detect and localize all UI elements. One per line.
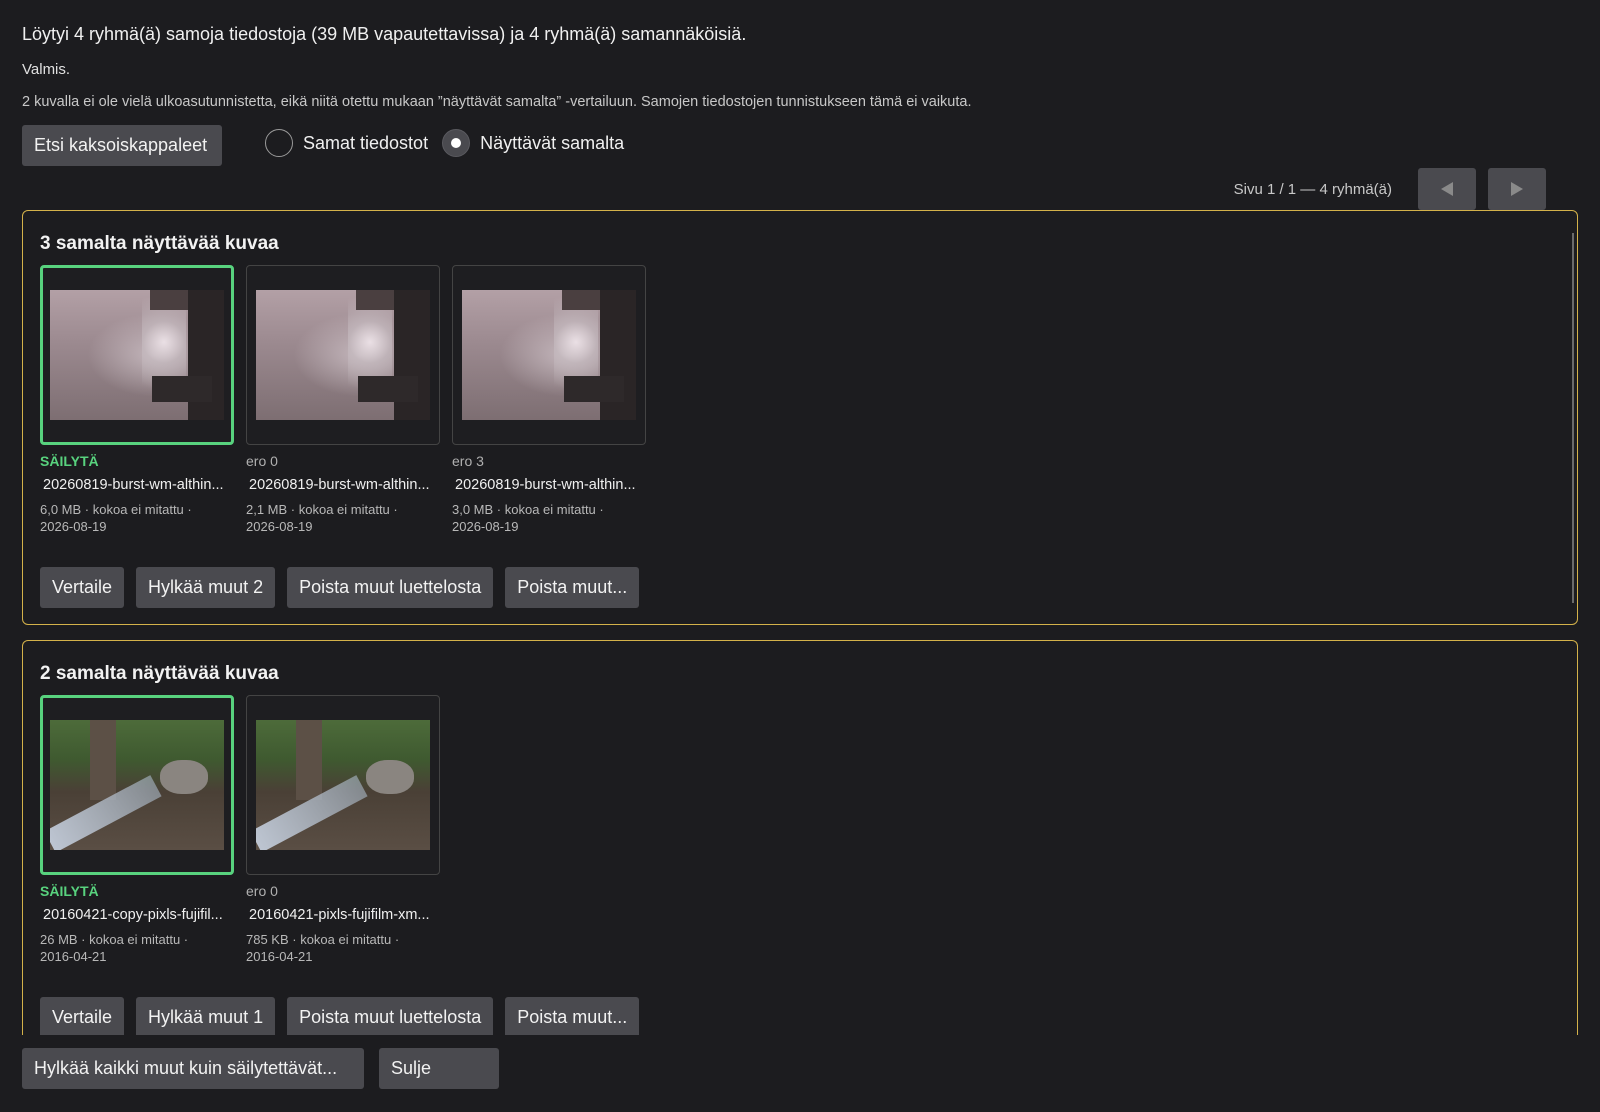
- close-button[interactable]: Sulje: [379, 1048, 499, 1089]
- diff-label: ero 0: [246, 883, 278, 899]
- thumbnail[interactable]: [246, 265, 440, 445]
- file-meta: 26 MB · kokoa ei mitattu · 2016-04-21: [40, 932, 189, 964]
- file-name: 20160421-pixls-fujifilm-xm...: [249, 907, 430, 923]
- diff-label: ero 3: [452, 453, 484, 469]
- radio-checked-icon[interactable]: [442, 129, 471, 157]
- keep-label: SÄILYTÄ: [40, 453, 99, 469]
- radio-unchecked-icon[interactable]: [265, 129, 293, 157]
- thumbnail-keep[interactable]: [40, 265, 234, 445]
- reject-all-others-button[interactable]: Hylkää kaikki muut kuin säilytettävät...: [22, 1048, 364, 1089]
- find-duplicates-button[interactable]: Etsi kaksoiskappaleet: [22, 125, 222, 166]
- remove-others-from-list-button[interactable]: Poista muut luettelosta: [287, 567, 494, 608]
- delete-others-button[interactable]: Poista muut...: [505, 567, 640, 608]
- compare-button[interactable]: Vertaile: [40, 997, 125, 1038]
- file-meta: 6,0 MB · kokoa ei mitattu · 2026-08-19: [40, 502, 192, 534]
- thumbnail[interactable]: [452, 265, 646, 445]
- group-title: 3 samalta näyttävää kuvaa: [40, 233, 279, 254]
- image-card[interactable]: ero 3 20260819-burst-wm-althin... 3,0 MB…: [452, 265, 646, 535]
- info-note: 2 kuvalla ei ole vielä ulkoasutunnistett…: [22, 94, 972, 110]
- image-card[interactable]: ero 0 20160421-pixls-fujifilm-xm... 785 …: [246, 695, 440, 965]
- file-meta: 785 KB · kokoa ei mitattu · 2016-04-21: [246, 932, 400, 964]
- prev-page-button[interactable]: [1418, 168, 1476, 210]
- image-card[interactable]: ero 0 20260819-burst-wm-althin... 2,1 MB…: [246, 265, 440, 535]
- footer-bar: Hylkää kaikki muut kuin säilytettävät...…: [0, 1035, 1600, 1112]
- remove-others-from-list-button[interactable]: Poista muut luettelosta: [287, 997, 494, 1038]
- chevron-right-icon: [1511, 182, 1523, 196]
- radio-look-alike-label[interactable]: Näyttävät samalta: [480, 133, 624, 154]
- radio-look-alike[interactable]: Näyttävät samalta: [442, 129, 624, 157]
- group-actions: Vertaile Hylkää muut 2 Poista muut luett…: [40, 567, 651, 608]
- file-name: 20160421-copy-pixls-fujifil...: [43, 907, 223, 923]
- thumbnail-keep[interactable]: [40, 695, 234, 875]
- compare-button[interactable]: Vertaile: [40, 567, 125, 608]
- file-name: 20260819-burst-wm-althin...: [249, 477, 430, 493]
- file-meta: 3,0 MB · kokoa ei mitattu · 2026-08-19: [452, 502, 604, 534]
- frost-photo-thumbnail: [462, 290, 636, 420]
- image-card[interactable]: SÄILYTÄ 20160421-copy-pixls-fujifil... 2…: [40, 695, 234, 965]
- group-actions: Vertaile Hylkää muut 1 Poista muut luett…: [40, 997, 651, 1038]
- page-indicator: Sivu 1 / 1 — 4 ryhmä(ä): [1233, 180, 1392, 198]
- diff-label: ero 0: [246, 453, 278, 469]
- reject-others-button[interactable]: Hylkää muut 1: [136, 997, 276, 1038]
- file-name: 20260819-burst-wm-althin...: [455, 477, 636, 493]
- results-summary: Löytyi 4 ryhmä(ä) samoja tiedostoja (39 …: [22, 24, 747, 44]
- stream-photo-thumbnail: [256, 720, 430, 850]
- duplicate-group: 2 samalta näyttävää kuvaa SÄILYTÄ 201604…: [22, 640, 1578, 1040]
- radio-same-files-label[interactable]: Samat tiedostot: [303, 133, 428, 154]
- duplicate-group: 3 samalta näyttävää kuvaa SÄILYTÄ 202608…: [22, 210, 1578, 625]
- next-page-button[interactable]: [1488, 168, 1546, 210]
- image-card[interactable]: SÄILYTÄ 20260819-burst-wm-althin... 6,0 …: [40, 265, 234, 535]
- file-name: 20260819-burst-wm-althin...: [43, 477, 224, 493]
- group-scrollbar[interactable]: [1572, 233, 1574, 603]
- stream-photo-thumbnail: [50, 720, 224, 850]
- keep-label: SÄILYTÄ: [40, 883, 99, 899]
- group-title: 2 samalta näyttävää kuvaa: [40, 663, 279, 684]
- status-text: Valmis.: [22, 61, 71, 78]
- chevron-left-icon: [1441, 182, 1453, 196]
- reject-others-button[interactable]: Hylkää muut 2: [136, 567, 276, 608]
- pager: Sivu 1 / 1 — 4 ryhmä(ä): [1234, 168, 1546, 210]
- mode-radio-group: Samat tiedostot Näyttävät samalta: [265, 129, 638, 157]
- thumbnail[interactable]: [246, 695, 440, 875]
- file-meta: 2,1 MB · kokoa ei mitattu · 2026-08-19: [246, 502, 398, 534]
- frost-photo-thumbnail: [256, 290, 430, 420]
- delete-others-button[interactable]: Poista muut...: [505, 997, 640, 1038]
- radio-same-files[interactable]: Samat tiedostot: [265, 129, 428, 157]
- frost-photo-thumbnail: [50, 290, 224, 420]
